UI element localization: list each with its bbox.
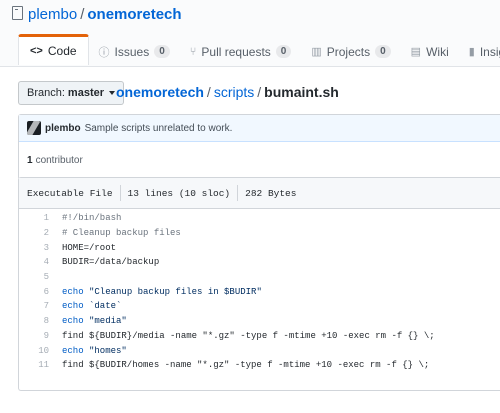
repo-name-link[interactable]: onemoretech	[87, 6, 181, 23]
breadcrumb-repo-link[interactable]: onemoretech	[116, 84, 204, 100]
code-line: 7 echo `date`	[19, 299, 500, 314]
contributors-summary[interactable]: 1 contributor	[19, 147, 500, 173]
line-number[interactable]: 7	[19, 301, 62, 311]
code-line: 1 #!/bin/bash	[19, 211, 500, 226]
projects-counter: 0	[375, 45, 391, 58]
repo-owner-link[interactable]: plembo	[28, 6, 77, 23]
repo-title: plembo / onemoretech	[12, 6, 182, 23]
repo-book-icon	[12, 6, 23, 20]
tab-insights-label: Insights	[479, 44, 500, 59]
git-pull-request-icon: ⑂	[189, 45, 197, 58]
line-number[interactable]: 11	[19, 360, 62, 370]
pull-requests-counter: 0	[275, 45, 292, 58]
code-keyword: echo	[62, 301, 84, 312]
code-line: 6 echo "Cleanup backup files in $BUDIR"	[19, 284, 500, 299]
line-number[interactable]: 6	[19, 287, 62, 297]
commit-author-link[interactable]: plembo	[45, 123, 81, 134]
code-text: find ${BUDIR/homes -name "*.gz" -type f …	[62, 360, 430, 371]
code-text: #!/bin/bash	[62, 213, 122, 224]
tab-pull-requests[interactable]: ⑂ Pull requests 0	[180, 37, 302, 66]
breadcrumb: onemoretech / scripts / bumaint.sh	[116, 84, 339, 100]
tab-issues-label: Issues	[114, 44, 150, 59]
branch-name: master	[67, 87, 104, 99]
code-text: HOME=/root	[62, 242, 117, 253]
repo-nav-tabs: <> Code ⓘ Issues 0 ⑂ Pull requests 0 ▥ Project…	[18, 34, 500, 67]
line-number[interactable]: 5	[19, 272, 62, 282]
tab-wiki-label: Wiki	[426, 44, 449, 59]
line-number[interactable]: 3	[19, 243, 62, 253]
file-info-divider	[237, 185, 239, 201]
code-line: 11 find ${BUDIR/homes -name "*.gz" -type …	[19, 358, 500, 373]
code-text: "homes"	[83, 345, 127, 356]
tab-pull-requests-label: Pull requests	[201, 44, 271, 59]
file-viewer: Executable File 13 lines (10 sloc) 282 B…	[18, 177, 500, 391]
caret-down-icon	[109, 91, 115, 95]
tab-projects-label: Projects	[326, 44, 371, 59]
contributors-label: contributor	[35, 154, 83, 166]
breadcrumb-folder-link[interactable]: scripts	[214, 84, 254, 100]
code-line: 10 echo "homes"	[19, 343, 500, 358]
line-number[interactable]: 9	[19, 331, 62, 341]
repo-title-separator: /	[80, 6, 85, 23]
tab-issues[interactable]: ⓘ Issues 0	[89, 37, 180, 66]
commit-message-link[interactable]: Sample scripts unrelated to work.	[85, 123, 233, 134]
breadcrumb-separator: /	[257, 84, 262, 100]
code-text: find ${BUDIR}/media -name "*.gz" -type f…	[62, 330, 435, 341]
code-text: # Cleanup backup files	[62, 228, 181, 239]
code-line: 4 BUDIR=/data/backup	[19, 255, 500, 270]
code-line: 2 # Cleanup backup files	[19, 226, 500, 241]
file-info-header: Executable File 13 lines (10 sloc) 282 B…	[19, 178, 500, 209]
breadcrumb-file-name: bumaint.sh	[264, 84, 339, 100]
breadcrumb-separator: /	[206, 84, 211, 100]
code-text: BUDIR=/data/backup	[62, 257, 160, 268]
code-icon: <>	[30, 45, 43, 57]
line-number[interactable]: 4	[19, 257, 62, 267]
branch-prefix: Branch:	[27, 87, 65, 99]
line-number[interactable]: 1	[19, 213, 62, 223]
tab-insights[interactable]: ▮ Insights	[459, 37, 500, 66]
tab-code-label: Code	[47, 44, 77, 58]
latest-commit: plembo Sample scripts unrelated to work.	[19, 115, 500, 142]
tab-wiki[interactable]: ▤ Wiki	[401, 37, 459, 66]
book-icon: ▤	[410, 46, 422, 58]
project-icon: ▥	[311, 46, 322, 58]
line-number[interactable]: 8	[19, 316, 62, 326]
file-mode: Executable File	[27, 187, 113, 199]
code-text: "Cleanup backup files in $BUDIR"	[83, 286, 262, 297]
tab-projects[interactable]: ▥ Projects 0	[301, 37, 400, 66]
code-text: "media"	[83, 316, 127, 327]
code-line: 9 find ${BUDIR}/media -name "*.gz" -type …	[19, 329, 500, 344]
file-size: 282 Bytes	[245, 187, 297, 199]
file-info-divider	[119, 185, 121, 201]
code-line: 5	[19, 270, 500, 285]
code-keyword: echo	[62, 345, 84, 356]
line-number[interactable]: 2	[19, 228, 62, 238]
code-keyword: echo	[62, 286, 84, 297]
graph-icon: ▮	[468, 46, 475, 58]
commit-tease: plembo Sample scripts unrelated to work. …	[18, 114, 500, 180]
tab-code[interactable]: <> Code	[18, 34, 89, 65]
code-line: 3 HOME=/root	[19, 240, 500, 255]
code-table: 1 #!/bin/bash 2 # Cleanup backup files 3 HO…	[19, 211, 500, 373]
branch-select-button[interactable]: Branch: master	[18, 81, 124, 105]
file-line-count: 13 lines (10 sloc)	[127, 187, 231, 199]
code-keyword: echo	[62, 316, 84, 327]
code-text: `date`	[83, 301, 122, 312]
code-line: 8 echo "media"	[19, 314, 500, 329]
repo-header: plembo / onemoretech <> Code ⓘ Issues 0 ⑂ Pull…	[0, 0, 500, 67]
line-number[interactable]: 10	[19, 346, 62, 356]
contributors-count: 1	[27, 154, 33, 166]
issues-counter: 0	[154, 45, 170, 58]
avatar[interactable]	[27, 121, 41, 135]
issue-opened-icon: ⓘ	[98, 46, 110, 59]
